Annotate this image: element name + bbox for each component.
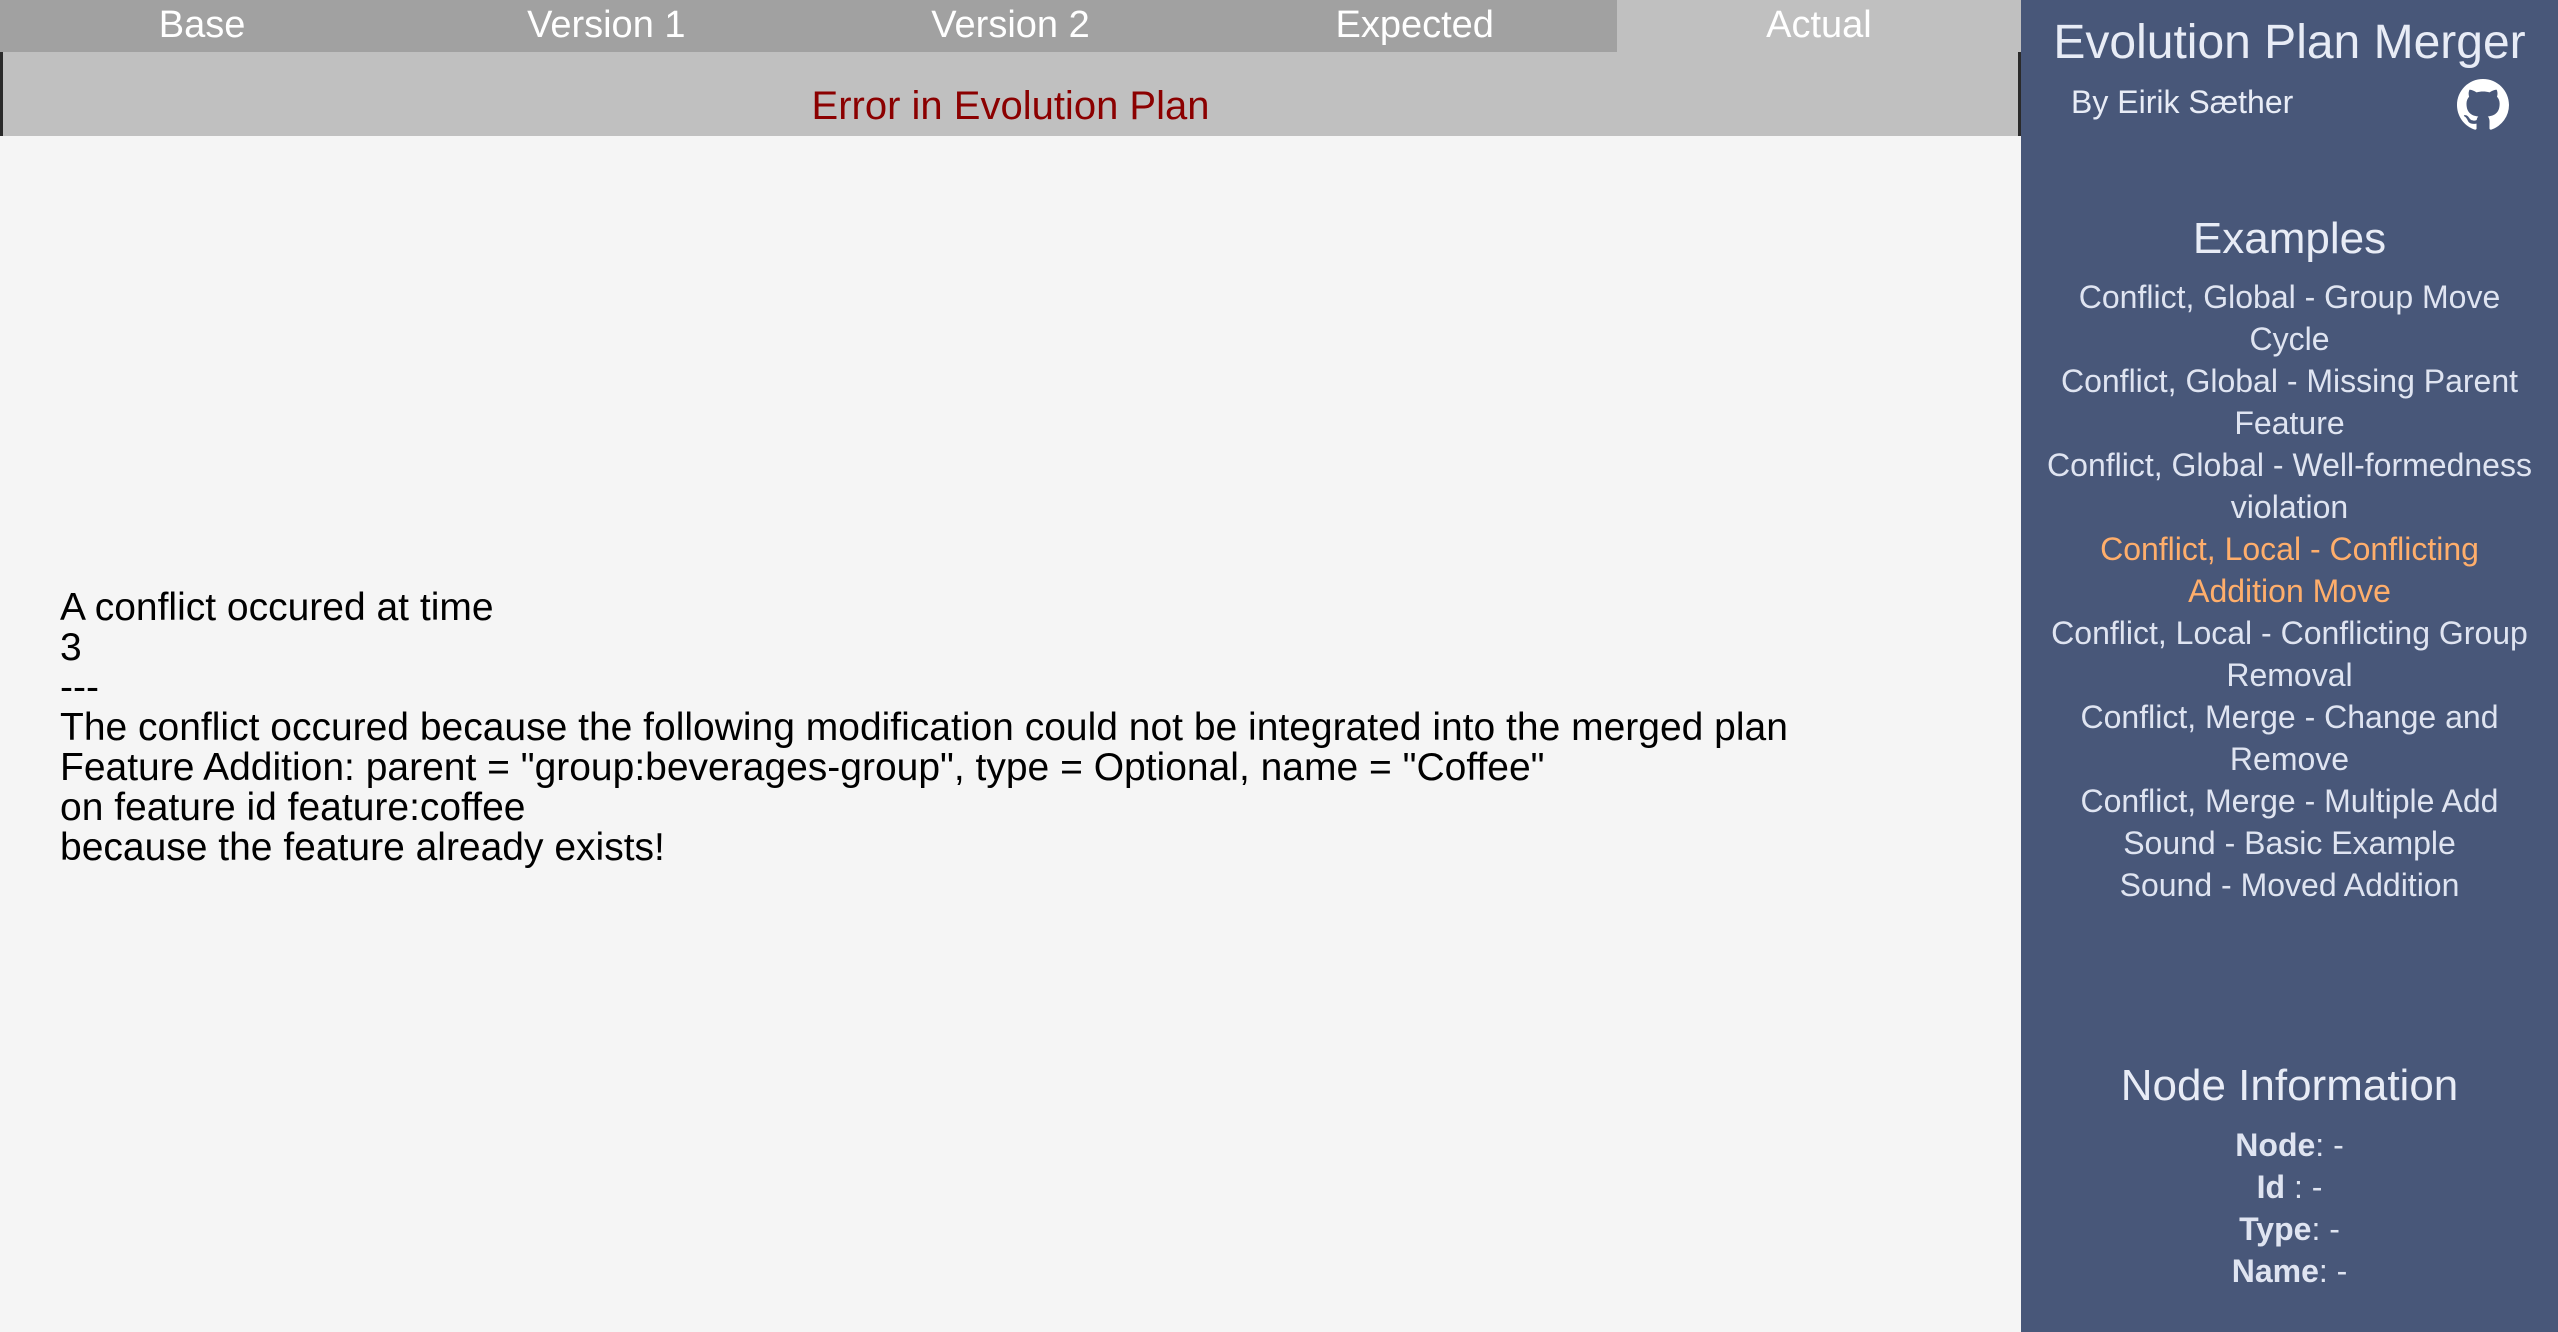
github-icon[interactable] xyxy=(2457,79,2509,131)
example-link[interactable]: Conflict, Global - Well-formedness viola… xyxy=(2041,444,2538,528)
app-title: Evolution Plan Merger xyxy=(2053,16,2526,69)
app: Base Version 1 Version 2 Expected Actual… xyxy=(0,0,2558,1332)
type-field-separator: : xyxy=(2311,1211,2330,1247)
node-field-label: Node xyxy=(2235,1127,2316,1163)
id-field-value: - xyxy=(2311,1169,2323,1205)
tab-version-2[interactable]: Version 2 xyxy=(808,0,1213,52)
examples-title: Examples xyxy=(2192,214,2387,263)
tab-base[interactable]: Base xyxy=(0,0,405,52)
node-field-separator: : xyxy=(2315,1127,2334,1163)
main-panel: Base Version 1 Version 2 Expected Actual… xyxy=(0,0,2022,1332)
error-line: The conflict occured because the followi… xyxy=(60,706,1788,749)
tab-version-1[interactable]: Version 1 xyxy=(404,0,809,52)
sidebar: Evolution Plan Merger By Eirik Sæther Ex… xyxy=(2021,0,2558,1332)
error-line: Feature Addition: parent = "group:bevera… xyxy=(60,746,1545,789)
tab-bar: Base Version 1 Version 2 Expected Actual xyxy=(0,0,2022,52)
error-line: on feature id feature:coffee xyxy=(60,786,526,829)
error-title: Error in Evolution Plan xyxy=(811,84,1210,128)
name-field-separator: : xyxy=(2318,1253,2337,1289)
error-line: 3 xyxy=(60,626,82,669)
type-field-value: - xyxy=(2329,1211,2340,1247)
name-field: Name: - xyxy=(2021,1250,2558,1292)
tab-actual[interactable]: Actual xyxy=(1616,0,2022,52)
node-field: Node: - xyxy=(2021,1124,2558,1166)
error-line: because the feature already exists! xyxy=(60,826,665,869)
example-link[interactable]: Conflict, Global - Missing Parent Featur… xyxy=(2041,360,2538,444)
node-information: Node: - Id : - Type: - Name: - xyxy=(2021,1124,2558,1292)
example-link[interactable]: Sound - Moved Addition xyxy=(2041,864,2538,906)
example-link[interactable]: Conflict, Global - Group Move Cycle xyxy=(2041,276,2538,360)
id-field-label: Id xyxy=(2256,1169,2286,1205)
error-message: A conflict occured at time 3 --- The con… xyxy=(60,588,1960,868)
id-field: Id : - xyxy=(2021,1166,2558,1208)
example-link[interactable]: Conflict, Merge - Change and Remove xyxy=(2041,696,2538,780)
examples-list: Conflict, Global - Group Move Cycle Conf… xyxy=(2041,276,2538,906)
error-line: --- xyxy=(60,666,99,709)
node-information-title: Node Information xyxy=(2120,1061,2459,1110)
name-field-label: Name xyxy=(2231,1253,2319,1289)
type-field: Type: - xyxy=(2021,1208,2558,1250)
error-header: Error in Evolution Plan xyxy=(0,52,2021,136)
type-field-label: Type xyxy=(2239,1211,2312,1247)
node-field-value: - xyxy=(2333,1127,2344,1163)
error-line: A conflict occured at time xyxy=(60,586,494,629)
tab-expected[interactable]: Expected xyxy=(1212,0,1617,52)
id-field-separator: : xyxy=(2285,1169,2312,1205)
name-field-value: - xyxy=(2336,1253,2348,1289)
author-credit: By Eirik Sæther xyxy=(2071,84,2294,120)
example-link[interactable]: Conflict, Local - Conflicting Group Remo… xyxy=(2041,612,2538,696)
example-link[interactable]: Sound - Basic Example xyxy=(2041,822,2538,864)
example-link[interactable]: Conflict, Merge - Multiple Add xyxy=(2041,780,2538,822)
example-link-selected[interactable]: Conflict, Local - Conflicting Addition M… xyxy=(2041,528,2538,612)
